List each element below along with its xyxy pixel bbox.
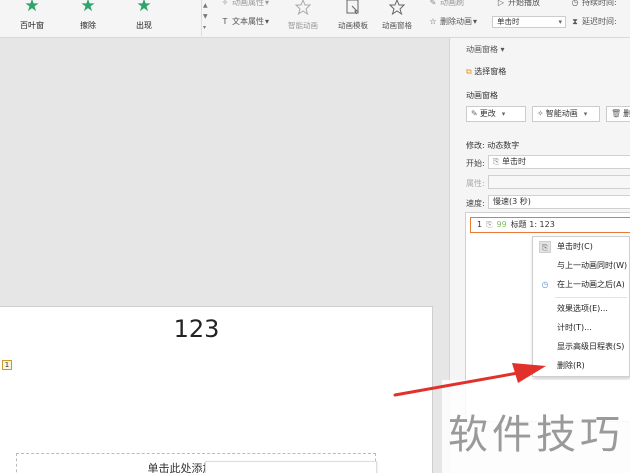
chevron-up-icon[interactable]: ▲ [203,2,208,9]
clock-icon: ◷ [541,280,549,289]
play-icon: ▷ [497,0,505,7]
smart-anim-icon: ✧ [537,109,544,118]
start-dropdown[interactable]: ⎘ 单击时 [488,155,630,169]
effects-gallery-scroll[interactable]: ▲ ▼ ▾ [201,0,209,36]
star-icon: ★ [80,0,96,16]
mouse-icon: ⎘ [539,241,551,253]
menu-item-delete[interactable]: 删除(R) [533,357,630,375]
start-label: 开始: [466,159,485,168]
duration-control[interactable]: ◷ 持续时间: [570,0,617,8]
pane-header[interactable]: 动画窗格 ▾ [466,44,505,55]
select-pane-icon: ⧉ [466,67,472,76]
chevron-down-icon: ▾ [583,110,588,118]
mouse-icon: ⎘ [486,220,493,229]
anim-template-icon [346,0,359,15]
start-play-button[interactable]: ▷ 开始播放 [496,0,540,8]
slide-canvas: 123 1 单击此处添加副标题 [0,38,449,473]
text-props-button[interactable]: T 文本属性 ▾ [220,16,269,27]
context-menu: ⎘ 单击时(C) 与上一动画同时(W) ◷ 在上一动画之后(A) 效果选项(E)..… [532,236,630,377]
hourglass-icon: ⧗ [572,16,578,26]
slide-title[interactable]: 123 [0,315,393,343]
animation-list-item[interactable]: 1 ⎘ 99 标题 1: 123 [470,217,630,233]
pencil-icon: ✎ [471,109,478,118]
chevron-down-icon: ▾ [558,18,562,26]
anim-pane-icon [388,0,406,16]
animation-type-icon: 99 [496,220,507,229]
select-pane-button[interactable]: ⧉ 选择窗格 [466,66,506,77]
brush-icon: ✎ [429,0,437,7]
animation-order-marker[interactable]: 1 [2,360,12,370]
effect-blinds-button[interactable]: ★ 百叶窗 [12,0,52,36]
menu-item-after-previous[interactable]: ◷ 在上一动画之后(A) [533,276,630,294]
speed-label: 速度: [466,199,485,208]
effect-appear-button[interactable]: ★ 出现 [124,0,164,36]
floating-mini-toolbar[interactable] [205,461,377,473]
smart-anim-button[interactable]: 智能动画 [280,0,326,36]
delete-anim-button[interactable]: ☆ 删除动画 ▾ [428,16,477,27]
expand-gallery-icon[interactable]: ▾ [203,24,206,31]
watermark-overlay: 软件技巧 [442,380,630,473]
ribbon-toolbar: ★ 百叶窗 ★ 擦除 ★ 出现 ▲ ▼ ▾ ✧ 动画属性 ▾ T 文本属性 ▾ 智能动画… [0,0,630,38]
modify-label: 修改: 动态数字 [466,141,520,150]
watermark-text: 软件技巧 [448,412,624,458]
anim-pane-button[interactable]: 动画窗格 [374,0,420,36]
delete-star-icon: ☆ [429,17,437,26]
speed-dropdown[interactable]: 慢速(3 秒) [488,195,630,209]
delay-control[interactable]: ⧗ 延迟时间: [570,16,617,27]
chevron-down-icon: ▾ [501,110,506,118]
property-label: 属性: [466,179,485,188]
pane-section-title: 动画窗格 [466,91,498,100]
anim-props-button[interactable]: ✧ 动画属性 ▾ [220,0,269,8]
effect-label: 擦除 [80,21,96,30]
anim-brush-button[interactable]: ✎ 动画刷 [428,0,464,8]
smart-anim-pane-button[interactable]: ✧ 智能动画 ▾ [532,106,600,122]
effect-wipe-button[interactable]: ★ 擦除 [68,0,108,36]
anim-props-icon: ✧ [221,0,229,7]
anim-template-button[interactable]: 动画模板 [330,0,376,36]
menu-item-with-previous[interactable]: 与上一动画同时(W) [533,257,630,275]
trigger-dropdown[interactable]: 单击时 ▾ [492,16,566,28]
change-effect-button[interactable]: ✎ 更改 ▾ [466,106,526,122]
effect-label: 出现 [136,21,152,30]
menu-item-advanced-timeline[interactable]: 显示高级日程表(S) [533,338,630,356]
star-icon: ★ [24,0,40,16]
star-icon: ★ [136,0,152,16]
property-dropdown[interactable] [488,175,630,189]
menu-item-on-click[interactable]: ⎘ 单击时(C) [533,238,630,256]
text-format-icon: T [222,17,228,26]
trash-icon: 🗑 [611,109,622,118]
menu-separator [555,297,627,298]
clock-icon: ◷ [571,0,579,7]
chevron-down-icon[interactable]: ▼ [203,13,208,20]
slide[interactable]: 123 1 单击此处添加副标题 [0,306,433,473]
effect-label: 百叶窗 [20,21,44,30]
menu-item-timing[interactable]: 计时(T)... [533,319,630,337]
mouse-icon: ⎘ [493,157,500,166]
delete-pane-button[interactable]: 🗑删 [606,106,630,122]
menu-item-effect-options[interactable]: 效果选项(E)... [533,300,630,318]
smart-anim-icon [294,0,312,16]
